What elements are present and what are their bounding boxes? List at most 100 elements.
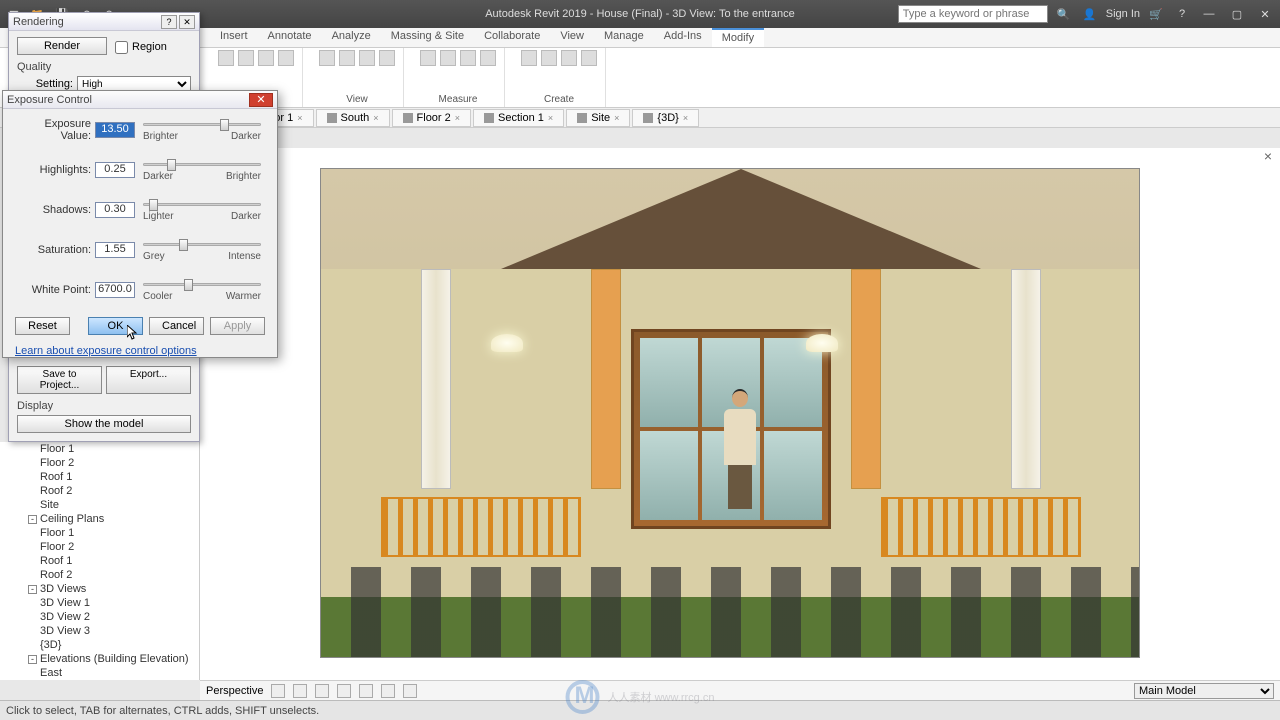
tree-item[interactable]: Roof 1 (0, 554, 199, 568)
ribbon-tool-icon[interactable] (581, 50, 597, 66)
ribbon-tool-icon[interactable] (379, 50, 395, 66)
ribbon-tab-annotate[interactable]: Annotate (258, 28, 322, 47)
close-icon[interactable]: ✕ (1254, 4, 1276, 24)
tree-item[interactable]: -Ceiling Plans (0, 512, 199, 526)
maximize-icon[interactable]: ▢ (1226, 4, 1248, 24)
tree-toggle-icon[interactable]: - (28, 655, 37, 664)
exposure-slider[interactable]: DarkerBrighter (139, 157, 265, 183)
exposure-titlebar[interactable]: Exposure Control ✕ (3, 91, 277, 109)
exposure-slider[interactable]: CoolerWarmer (139, 277, 265, 303)
view-tab-site[interactable]: Site× (566, 109, 630, 127)
ribbon-tab-modify[interactable]: Modify (712, 28, 764, 47)
tree-item[interactable]: Floor 2 (0, 456, 199, 470)
ribbon-tab-add-ins[interactable]: Add-Ins (654, 28, 712, 47)
reset-button[interactable]: Reset (15, 317, 70, 335)
shadows-icon[interactable] (315, 684, 329, 698)
tree-item[interactable]: Roof 2 (0, 484, 199, 498)
slider-thumb[interactable] (149, 199, 158, 211)
ribbon-tab-manage[interactable]: Manage (594, 28, 654, 47)
visual-style-icon[interactable] (271, 684, 285, 698)
ribbon-tool-icon[interactable] (359, 50, 375, 66)
slider-thumb[interactable] (184, 279, 193, 291)
exposure-slider[interactable]: LighterDarker (139, 197, 265, 223)
ribbon-tab-massing-site[interactable]: Massing & Site (381, 28, 474, 47)
ribbon-tool-icon[interactable] (238, 50, 254, 66)
cancel-button[interactable]: Cancel (149, 317, 204, 335)
tree-toggle-icon[interactable]: - (28, 515, 37, 524)
close-tab-icon[interactable]: × (683, 113, 688, 123)
learn-link[interactable]: Learn about exposure control options (15, 345, 265, 357)
ribbon-tool-icon[interactable] (339, 50, 355, 66)
tree-item[interactable]: Site (0, 498, 199, 512)
ribbon-tool-icon[interactable] (218, 50, 234, 66)
slider-thumb[interactable] (179, 239, 188, 251)
ribbon-tool-icon[interactable] (460, 50, 476, 66)
view-tab-floor-2[interactable]: Floor 2× (392, 109, 472, 127)
view-canvas[interactable]: × (200, 148, 1280, 680)
hide-icon[interactable] (381, 684, 395, 698)
minimize-icon[interactable]: — (1198, 4, 1220, 24)
region-checkbox[interactable]: Region (115, 41, 167, 54)
tree-item[interactable]: Roof 2 (0, 568, 199, 582)
exposure-value-input[interactable]: 6700.0 (95, 282, 135, 298)
ribbon-tab-analyze[interactable]: Analyze (322, 28, 381, 47)
exposure-slider[interactable]: BrighterDarker (139, 117, 265, 143)
close-icon[interactable]: ✕ (249, 93, 273, 107)
close-tab-icon[interactable]: × (548, 113, 553, 123)
ribbon-tool-icon[interactable] (319, 50, 335, 66)
slider-thumb[interactable] (220, 119, 229, 131)
exposure-value-input[interactable]: 0.25 (95, 162, 135, 178)
crop-icon[interactable] (359, 684, 373, 698)
ok-button[interactable]: OK (88, 317, 143, 335)
tree-item[interactable]: -3D Views (0, 582, 199, 596)
save-to-project-button[interactable]: Save to Project... (17, 366, 102, 394)
ribbon-tool-icon[interactable] (440, 50, 456, 66)
exposure-value-input[interactable]: 1.55 (95, 242, 135, 258)
tree-item[interactable]: 3D View 2 (0, 610, 199, 624)
view-tab-south[interactable]: South× (316, 109, 390, 127)
tree-item[interactable]: 3D View 3 (0, 624, 199, 638)
tree-item[interactable]: East (0, 666, 199, 680)
tree-item[interactable]: {3D} (0, 638, 199, 652)
close-icon[interactable]: ✕ (179, 15, 195, 29)
ribbon-tool-icon[interactable] (521, 50, 537, 66)
workset-select[interactable]: Main Model (1134, 683, 1274, 699)
ribbon-tab-insert[interactable]: Insert (210, 28, 258, 47)
close-tab-icon[interactable]: × (455, 113, 460, 123)
sign-in-link[interactable]: Sign In (1106, 8, 1140, 20)
project-browser[interactable]: Floor 1Floor 2Roof 1Roof 2Site-Ceiling P… (0, 442, 200, 680)
view-tab-section-1[interactable]: Section 1× (473, 109, 564, 127)
tree-item[interactable]: Roof 1 (0, 470, 199, 484)
cart-icon[interactable]: 🛒 (1146, 4, 1166, 24)
apply-button[interactable]: Apply (210, 317, 265, 335)
tree-toggle-icon[interactable]: - (28, 585, 37, 594)
canvas-close-icon[interactable]: × (1264, 148, 1272, 164)
show-model-button[interactable]: Show the model (17, 415, 191, 433)
sun-path-icon[interactable] (293, 684, 307, 698)
close-tab-icon[interactable]: × (614, 113, 619, 123)
tree-item[interactable]: Floor 1 (0, 526, 199, 540)
render-button[interactable]: Render (17, 37, 107, 55)
exposure-value-input[interactable]: 0.30 (95, 202, 135, 218)
ribbon-tab-view[interactable]: View (550, 28, 594, 47)
ribbon-tool-icon[interactable] (258, 50, 274, 66)
render-icon[interactable] (337, 684, 351, 698)
region-checkbox-input[interactable] (115, 41, 128, 54)
exposure-value-input[interactable]: 13.50 (95, 122, 135, 138)
ribbon-tool-icon[interactable] (480, 50, 496, 66)
export-button[interactable]: Export... (106, 366, 191, 394)
ribbon-tool-icon[interactable] (420, 50, 436, 66)
rendering-titlebar[interactable]: Rendering ? ✕ (9, 13, 199, 31)
ribbon-tool-icon[interactable] (278, 50, 294, 66)
ribbon-tool-icon[interactable] (541, 50, 557, 66)
close-tab-icon[interactable]: × (297, 113, 302, 123)
search-icon[interactable]: 🔍 (1054, 4, 1074, 24)
search-input[interactable] (898, 5, 1048, 23)
user-icon[interactable]: 👤 (1080, 4, 1100, 24)
tree-item[interactable]: Floor 1 (0, 442, 199, 456)
tree-item[interactable]: Floor 2 (0, 540, 199, 554)
reveal-icon[interactable] (403, 684, 417, 698)
view-tab--3d-[interactable]: {3D}× (632, 109, 699, 127)
help-icon[interactable]: ? (161, 15, 177, 29)
help-icon[interactable]: ? (1172, 4, 1192, 24)
